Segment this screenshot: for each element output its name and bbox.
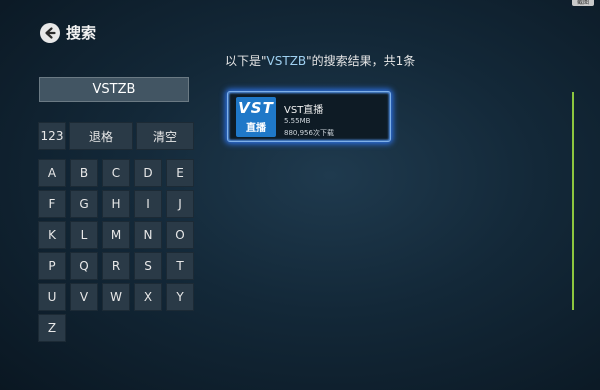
key-k[interactable]: K: [38, 221, 66, 249]
key-d[interactable]: D: [134, 159, 162, 187]
letter-keyboard: A B C D E F G H I J K L M N O P Q R S T …: [38, 159, 196, 342]
clear-key[interactable]: 清空: [136, 122, 194, 150]
app-name: VST直播: [284, 105, 324, 116]
key-a[interactable]: A: [38, 159, 66, 187]
screenshot-badge[interactable]: 截图: [572, 0, 594, 6]
key-123[interactable]: 123: [38, 122, 66, 150]
key-y[interactable]: Y: [166, 283, 194, 311]
key-x[interactable]: X: [134, 283, 162, 311]
page-title: 搜索: [66, 24, 97, 42]
backspace-key[interactable]: 退格: [69, 122, 133, 150]
key-g[interactable]: G: [70, 190, 98, 218]
key-m[interactable]: M: [102, 221, 130, 249]
header: 搜索: [40, 22, 96, 43]
vst-logo-subtext: 直播: [246, 123, 266, 134]
key-c[interactable]: C: [102, 159, 130, 187]
key-b[interactable]: B: [70, 159, 98, 187]
key-h[interactable]: H: [102, 190, 130, 218]
key-l[interactable]: L: [70, 221, 98, 249]
key-p[interactable]: P: [38, 252, 66, 280]
key-q[interactable]: Q: [70, 252, 98, 280]
back-button[interactable]: [40, 22, 60, 43]
key-v[interactable]: V: [70, 283, 98, 311]
key-f[interactable]: F: [38, 190, 66, 218]
search-input[interactable]: VSTZB: [39, 77, 189, 102]
key-o[interactable]: O: [166, 221, 194, 249]
key-n[interactable]: N: [134, 221, 162, 249]
key-i[interactable]: I: [134, 190, 162, 218]
key-u[interactable]: U: [38, 283, 66, 311]
back-arrow-icon: [45, 26, 56, 39]
result-summary: 以下是"VSTZB"的搜索结果，共1条: [225, 52, 415, 69]
result-summary-suffix: "的搜索结果，共1条: [306, 54, 416, 68]
app-size: 5.55MB: [284, 117, 311, 125]
key-r[interactable]: R: [102, 252, 130, 280]
result-item-vst[interactable]: VST 直播 VST直播 5.55MB 880,956次下载: [227, 91, 391, 142]
app-download-count: 880,956次下载: [284, 129, 334, 137]
scrollbar[interactable]: [572, 92, 574, 310]
key-z[interactable]: Z: [38, 314, 66, 342]
vst-logo-text: VST: [238, 99, 274, 117]
function-keys: 123 退格 清空: [38, 122, 196, 150]
key-j[interactable]: J: [166, 190, 194, 218]
key-t[interactable]: T: [166, 252, 194, 280]
key-w[interactable]: W: [102, 283, 130, 311]
key-e[interactable]: E: [166, 159, 194, 187]
vst-app-icon: VST 直播: [236, 97, 276, 137]
key-s[interactable]: S: [134, 252, 162, 280]
result-summary-prefix: 以下是": [225, 54, 267, 68]
result-summary-keyword: VSTZB: [266, 54, 307, 68]
